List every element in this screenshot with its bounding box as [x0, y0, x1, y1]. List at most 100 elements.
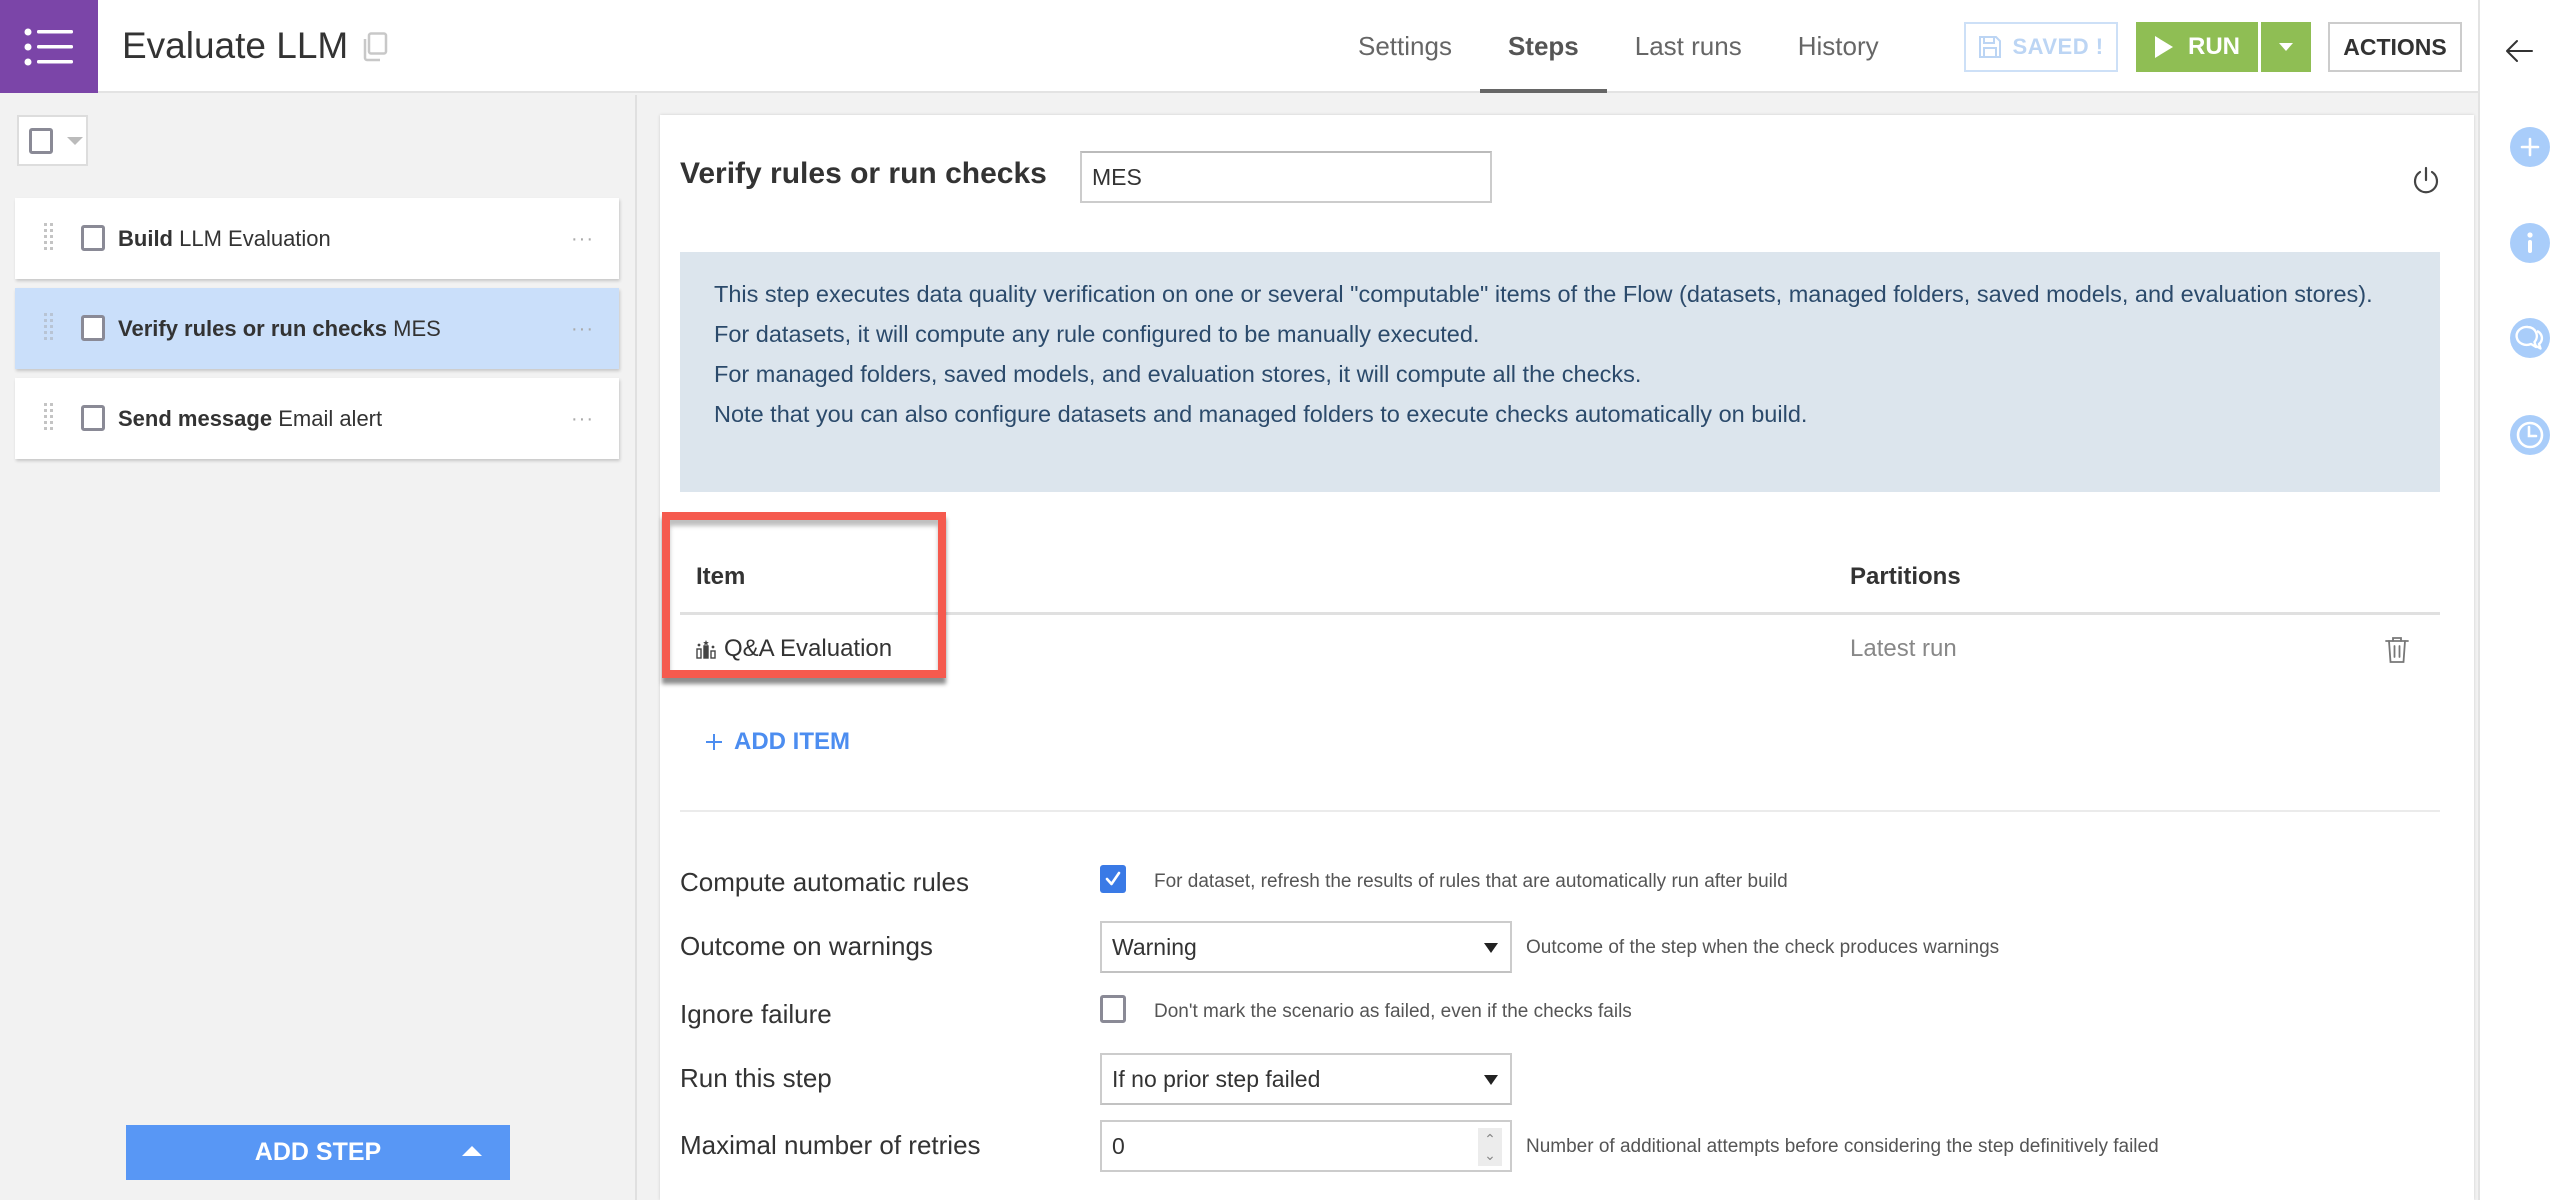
- compute-automatic-rules-checkbox[interactable]: [1100, 865, 1126, 893]
- step-type: Build: [118, 225, 173, 251]
- plus-icon: [706, 734, 722, 750]
- power-toggle-icon[interactable]: [2410, 165, 2442, 197]
- step-list: Build LLM Evaluation ··· Verify rules or…: [15, 198, 619, 468]
- item-name: Q&A Evaluation: [724, 635, 893, 662]
- step-type: Verify rules or run checks: [118, 315, 388, 341]
- tab-last-runs[interactable]: Last runs: [1607, 0, 1770, 93]
- step-label: Send message Email alert: [118, 406, 382, 432]
- step-item[interactable]: Verify rules or run checks MES ···: [15, 288, 619, 369]
- ignore-failure-checkbox[interactable]: [1100, 995, 1126, 1023]
- column-header-partitions: Partitions: [1850, 563, 1961, 590]
- steps-panel: Build LLM Evaluation ··· Verify rules or…: [0, 95, 637, 1200]
- add-item-button[interactable]: ADD ITEM: [704, 728, 850, 756]
- tab-settings[interactable]: Settings: [1330, 0, 1480, 93]
- tab-label: Settings: [1358, 31, 1452, 61]
- run-button[interactable]: RUN: [2136, 22, 2258, 72]
- saved-button[interactable]: SAVED !: [1964, 22, 2118, 72]
- main-menu-button[interactable]: [0, 0, 98, 93]
- form-label: Maximal number of retries: [680, 1130, 981, 1160]
- scenario-title: Evaluate LLM: [122, 25, 349, 66]
- table-row: Q&A Evaluation Latest run: [680, 615, 2440, 687]
- arrow-left-icon[interactable]: [2504, 38, 2534, 64]
- tab-label: History: [1797, 31, 1879, 61]
- step-name: MES: [393, 315, 441, 341]
- step-more-menu[interactable]: ···: [571, 228, 594, 251]
- chat-bubbles-icon: [2515, 325, 2544, 350]
- step-name: Email alert: [278, 405, 383, 431]
- step-checkbox[interactable]: [81, 315, 105, 341]
- actions-button[interactable]: ACTIONS: [2328, 22, 2462, 72]
- tab-steps[interactable]: Steps: [1479, 0, 1607, 93]
- step-label: Verify rules or run checks MES: [118, 316, 441, 342]
- plus-icon: [2520, 137, 2540, 157]
- max-retries-input[interactable]: 0 ⌃ ⌄: [1100, 1120, 1512, 1172]
- scenario-tabs: Settings Steps Last runs History: [1330, 0, 1907, 93]
- rail-add-button[interactable]: [2510, 127, 2550, 167]
- rail-history-button[interactable]: [2510, 415, 2550, 455]
- step-more-menu[interactable]: ···: [571, 318, 594, 341]
- number-spinner[interactable]: ⌃ ⌄: [1478, 1128, 1502, 1166]
- outcome-on-warnings-select[interactable]: Warning: [1100, 921, 1512, 973]
- spin-down-icon[interactable]: ⌄: [1484, 1147, 1496, 1163]
- select-all-checkbox[interactable]: [29, 127, 53, 154]
- max-retries-row: Maximal number of retries 0 ⌃ ⌄ Number o…: [680, 1120, 2440, 1172]
- run-options-dropdown[interactable]: [2261, 22, 2311, 72]
- compute-automatic-rules-row: Compute automatic rules For dataset, ref…: [680, 857, 2440, 909]
- caret-down-icon: [67, 136, 83, 145]
- caret-down-icon: [1484, 1075, 1498, 1085]
- evaluation-store-icon: [696, 640, 716, 659]
- drag-handle-icon[interactable]: [44, 223, 54, 253]
- caret-down-icon: [2279, 43, 2293, 51]
- step-more-menu[interactable]: ···: [571, 408, 594, 431]
- step-editor: Verify rules or run checks This step exe…: [660, 115, 2474, 1200]
- step-name: LLM Evaluation: [179, 225, 331, 251]
- description-line: Note that you can also configure dataset…: [714, 401, 1808, 427]
- step-item[interactable]: Build LLM Evaluation ···: [15, 198, 619, 279]
- step-item[interactable]: Send message Email alert ···: [15, 378, 619, 459]
- add-step-button[interactable]: ADD STEP: [126, 1125, 510, 1180]
- checkmark-icon: [1105, 871, 1121, 886]
- ignore-failure-row: Ignore failure Don't mark the scenario a…: [680, 989, 2440, 1041]
- run-this-step-select[interactable]: If no prior step failed: [1100, 1053, 1512, 1105]
- trash-icon[interactable]: [2384, 635, 2410, 665]
- caret-down-icon: [1484, 943, 1498, 953]
- description-line: For datasets, it will compute any rule c…: [714, 321, 1480, 347]
- spin-up-icon[interactable]: ⌃: [1484, 1131, 1496, 1147]
- help-text: Number of additional attempts before con…: [1526, 1136, 2159, 1157]
- drag-handle-icon[interactable]: [44, 403, 54, 433]
- list-menu-icon: [24, 28, 73, 65]
- partitions-cell[interactable]: Latest run: [1850, 635, 1957, 663]
- tab-label: Last runs: [1634, 31, 1742, 61]
- copy-icon[interactable]: [362, 32, 388, 62]
- step-checkbox[interactable]: [81, 405, 105, 431]
- actions-label: ACTIONS: [2343, 33, 2447, 60]
- add-item-label: ADD ITEM: [734, 728, 850, 755]
- run-this-step-row: Run this step If no prior step failed: [680, 1053, 2440, 1105]
- help-text: For dataset, refresh the results of rule…: [1154, 871, 1788, 892]
- rail-info-button[interactable]: [2510, 223, 2550, 263]
- select-value: If no prior step failed: [1112, 1065, 1321, 1092]
- step-checkbox[interactable]: [81, 225, 105, 251]
- top-bar: Evaluate LLM Settings Steps Last runs Hi…: [0, 0, 2478, 93]
- tab-history[interactable]: History: [1770, 0, 1907, 93]
- form-label: Outcome on warnings: [680, 931, 933, 961]
- step-label: Build LLM Evaluation: [118, 226, 331, 252]
- help-text: Don't mark the scenario as failed, even …: [1154, 1001, 1632, 1022]
- step-name-input[interactable]: [1080, 151, 1492, 203]
- item-cell[interactable]: Q&A Evaluation: [696, 635, 892, 663]
- form-label: Ignore failure: [680, 999, 832, 1029]
- clock-icon: [2516, 421, 2544, 449]
- help-text: Outcome of the step when the check produ…: [1526, 937, 2000, 958]
- play-icon: [2155, 36, 2173, 58]
- select-all-dropdown[interactable]: [17, 115, 88, 166]
- info-icon: [2527, 232, 2533, 253]
- section-divider: [680, 810, 2440, 812]
- drag-handle-icon[interactable]: [44, 313, 54, 343]
- form-label: Run this step: [680, 1063, 832, 1093]
- step-description: This step executes data quality verifica…: [680, 252, 2440, 492]
- rail-discussions-button[interactable]: [2510, 318, 2550, 358]
- outcome-on-warnings-row: Outcome on warnings Warning Outcome of t…: [680, 921, 2440, 973]
- saved-label: SAVED !: [2012, 34, 2104, 59]
- caret-up-icon: [462, 1146, 482, 1156]
- description-line: For managed folders, saved models, and e…: [714, 361, 1642, 387]
